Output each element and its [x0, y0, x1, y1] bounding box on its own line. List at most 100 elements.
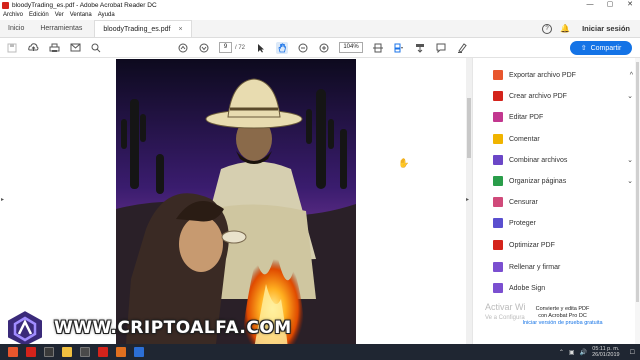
next-page-icon[interactable]: [198, 42, 210, 54]
comment-icon[interactable]: [435, 42, 447, 54]
close-tab-icon[interactable]: ×: [178, 26, 182, 33]
select-pointer-icon[interactable]: [255, 42, 267, 54]
edit-pdf-icon: [493, 112, 503, 122]
panel-item-adobe-sign[interactable]: Adobe Sign: [493, 281, 633, 295]
acrobat-pro-promo: Convierte y edita PDF con Acrobat Pro DC…: [515, 306, 610, 327]
search-icon[interactable]: [90, 42, 102, 54]
scroll-mode-icon[interactable]: [393, 42, 405, 54]
acrobat-app-icon: [2, 1, 9, 9]
expand-left-icon[interactable]: ▸: [1, 196, 4, 203]
share-icon: ⇧: [580, 45, 587, 52]
criptoalfa-watermark: WWW.CRIPTOALFA.COM: [4, 308, 344, 348]
criptoalfa-logo: [6, 308, 44, 348]
word-icon[interactable]: [134, 347, 144, 357]
menu-ayuda[interactable]: Ayuda: [98, 12, 115, 18]
title-bar: bloodyTrading_es.pdf - Adobe Acrobat Rea…: [0, 0, 640, 10]
criptoalfa-url-text: WWW.CRIPTOALFA.COM: [54, 318, 292, 338]
upload-cloud-icon[interactable]: [27, 42, 39, 54]
panel-item-redact[interactable]: Censurar: [493, 195, 633, 209]
chevron-down-icon[interactable]: ⌄: [627, 177, 633, 185]
page-display-icon[interactable]: [414, 42, 426, 54]
previous-page-icon[interactable]: [177, 42, 189, 54]
tab-inicio[interactable]: Inicio: [0, 20, 32, 37]
sign-in-button[interactable]: Iniciar sesión: [582, 24, 630, 33]
create-pdf-icon: [493, 91, 503, 101]
panel-item-optimize-pdf[interactable]: Optimizar PDF: [493, 238, 633, 252]
organize-pages-icon: [493, 176, 503, 186]
tab-label: Inicio: [8, 25, 25, 32]
tab-document[interactable]: bloodyTrading_es.pdf ×: [94, 20, 192, 37]
scroll-thumb[interactable]: [467, 98, 471, 158]
panel-item-label: Adobe Sign: [509, 284, 546, 292]
highlight-pen-icon[interactable]: [456, 42, 468, 54]
file-explorer-icon[interactable]: [62, 347, 72, 357]
panel-item-export-pdf[interactable]: Exportar archivo PDF ^: [493, 68, 633, 82]
maximize-button[interactable]: ▢: [600, 0, 620, 10]
tab-label: Herramientas: [40, 25, 83, 32]
menu-archivo[interactable]: Archivo: [3, 12, 23, 18]
redact-icon: [493, 197, 503, 207]
chevron-down-icon[interactable]: ⌄: [627, 156, 633, 164]
panel-item-create-pdf[interactable]: Crear archivo PDF ⌄: [493, 89, 633, 103]
email-icon[interactable]: [69, 42, 81, 54]
tab-label: bloodyTrading_es.pdf: [103, 25, 171, 33]
panel-item-label: Optimizar PDF: [509, 241, 555, 249]
panel-scroll-thumb[interactable]: [636, 62, 639, 302]
panel-item-combine-files[interactable]: Combinar archivos ⌄: [493, 153, 633, 167]
adobe-sign-icon: [493, 283, 503, 293]
fit-page-icon[interactable]: [372, 42, 384, 54]
calculator-icon[interactable]: [80, 347, 90, 357]
minimize-button[interactable]: —: [580, 0, 600, 10]
volume-icon[interactable]: 🔊: [580, 349, 587, 356]
image-app-icon[interactable]: [116, 347, 126, 357]
panel-scrollbar[interactable]: [635, 58, 640, 344]
panel-item-comment[interactable]: Comentar: [493, 132, 633, 146]
filezilla-icon[interactable]: [26, 347, 36, 357]
free-trial-link[interactable]: Iniciar versión de prueba gratuita: [515, 320, 610, 327]
system-tray: ⌃ ▣ 🔊 05:11 p. m. 26/01/2019 ☐: [559, 346, 640, 358]
document-view[interactable]: ▸ ✋: [0, 58, 466, 344]
zoom-in-icon[interactable]: [318, 42, 330, 54]
panel-item-label: Comentar: [509, 135, 540, 143]
page-number-input[interactable]: 9: [219, 42, 232, 53]
tab-herramientas[interactable]: Herramientas: [32, 20, 90, 37]
notifications-icon[interactable]: ☐: [630, 349, 635, 356]
save-icon[interactable]: [6, 42, 18, 54]
shield-icon: [493, 218, 503, 228]
bell-icon[interactable]: 🔔: [560, 24, 570, 33]
panel-item-label: Rellenar y firmar: [509, 263, 561, 271]
collapse-panel-icon[interactable]: ▸: [466, 196, 469, 203]
hand-tool-icon[interactable]: [276, 41, 289, 54]
system-clock[interactable]: 05:11 p. m. 26/01/2019: [592, 346, 620, 358]
chevron-up-icon[interactable]: ^: [630, 72, 633, 79]
hand-cursor-icon: ✋: [398, 158, 410, 168]
page-total: / 72: [235, 44, 246, 51]
acrobat-taskbar-icon[interactable]: [98, 347, 108, 357]
tray-chevron-icon[interactable]: ⌃: [559, 349, 564, 356]
panel-item-edit-pdf[interactable]: Editar PDF: [493, 110, 633, 124]
print-icon[interactable]: [48, 42, 60, 54]
network-icon[interactable]: ▣: [569, 349, 575, 356]
menu-ver[interactable]: Ver: [55, 12, 64, 18]
panel-item-organize-pages[interactable]: Organizar páginas ⌄: [493, 174, 633, 188]
close-button[interactable]: ✕: [620, 0, 640, 10]
share-button[interactable]: ⇧ Compartir: [570, 41, 632, 55]
zoom-out-icon[interactable]: [297, 42, 309, 54]
help-icon[interactable]: ?: [542, 23, 553, 34]
optimize-pdf-icon: [493, 240, 503, 250]
firefox-icon[interactable]: [8, 347, 18, 357]
menu-edicion[interactable]: Edición: [29, 12, 49, 18]
share-button-label: Compartir: [590, 44, 622, 52]
chevron-down-icon[interactable]: ⌄: [627, 92, 633, 100]
book-cover-illustration: [116, 59, 356, 344]
window-title: bloodyTrading_es.pdf - Adobe Acrobat Rea…: [12, 1, 157, 9]
terminal-icon[interactable]: [44, 347, 54, 357]
comment-tool-icon: [493, 134, 503, 144]
tab-bar: Inicio Herramientas bloodyTrading_es.pdf…: [0, 20, 640, 38]
panel-item-fill-sign[interactable]: Rellenar y firmar: [493, 260, 633, 274]
panel-item-protect[interactable]: Proteger: [493, 216, 633, 230]
fill-sign-pen-icon: [493, 262, 503, 272]
panel-item-label: Censurar: [509, 198, 538, 206]
zoom-level-select[interactable]: 104%: [339, 42, 364, 53]
menu-ventana[interactable]: Ventana: [70, 12, 92, 18]
